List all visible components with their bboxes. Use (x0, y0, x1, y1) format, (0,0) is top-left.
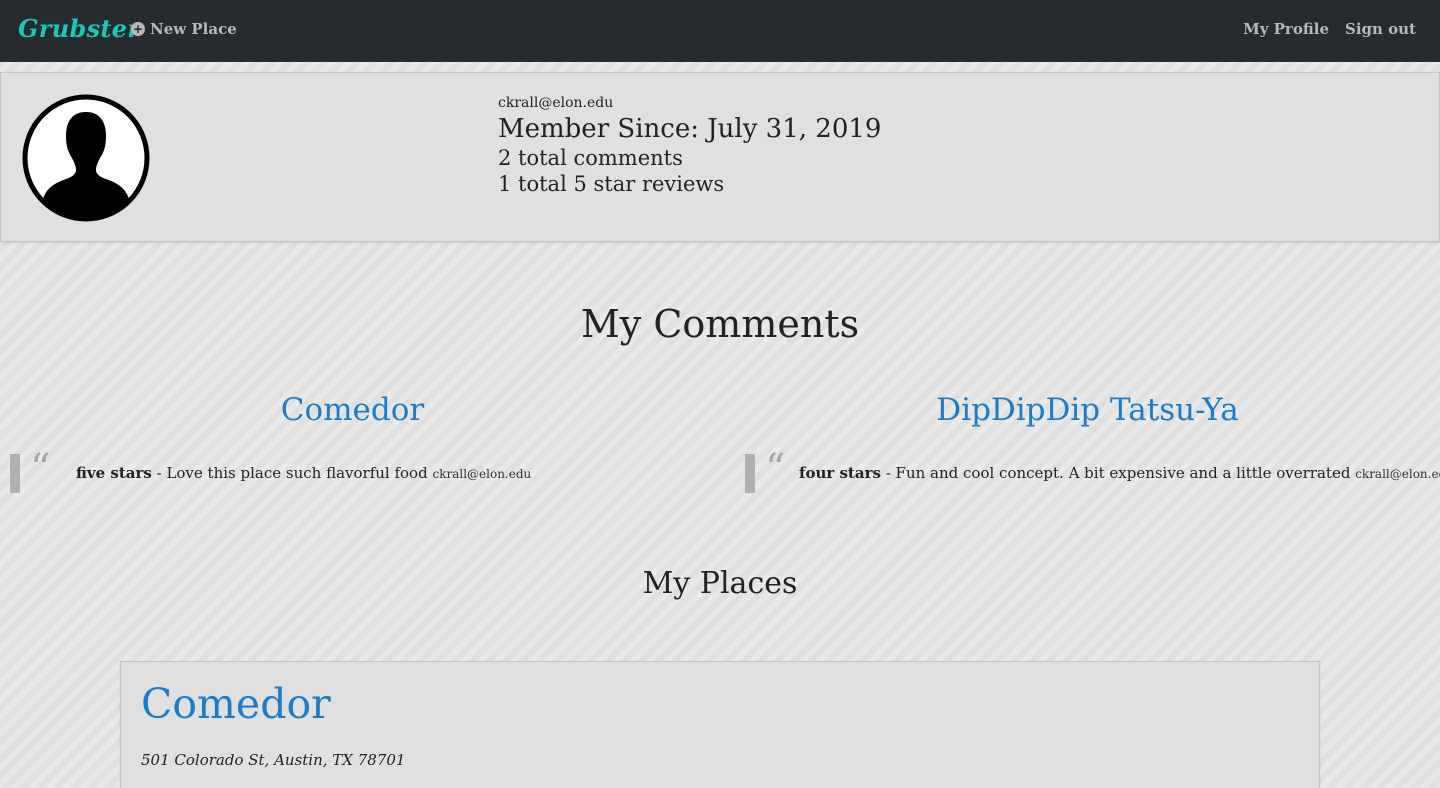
comment-item: Comedor “ five stars - Love this place s… (0, 392, 705, 494)
new-place-link[interactable]: + New Place (131, 20, 237, 38)
quote-icon: “ (765, 446, 786, 492)
comment-separator: - (880, 464, 896, 482)
brand-logo[interactable]: Grubster (18, 14, 140, 43)
comment-body: Love this place such flavorful food (166, 464, 428, 482)
comment-item: DipDipDip Tatsu-Ya “ four stars - Fun an… (735, 392, 1440, 494)
member-since: Member Since: July 31, 2019 (498, 114, 882, 144)
avatar (22, 94, 150, 222)
place-name-link[interactable]: Comedor (141, 680, 331, 728)
comment-rating: four stars (799, 464, 881, 482)
top-navbar: Grubster + New Place My Profile Sign out (0, 0, 1440, 62)
place-address: 501 Colorado St, Austin, TX 78701 (141, 751, 406, 769)
quote-icon: “ (30, 446, 51, 492)
comment-rating: five stars (76, 464, 152, 482)
profile-email: ckrall@elon.edu (498, 95, 614, 111)
my-comments-heading: My Comments (580, 302, 860, 346)
comment-text: four stars - Fun and cool concept. A bit… (799, 464, 1440, 482)
quote-bar (10, 454, 20, 493)
comment-place-link[interactable]: DipDipDip Tatsu-Ya (735, 392, 1440, 428)
profile-card: ckrall@elon.edu Member Since: July 31, 2… (0, 72, 1440, 242)
comment-blockquote: “ five stars - Love this place such flav… (0, 446, 705, 494)
quote-bar (745, 454, 755, 493)
comment-body: Fun and cool concept. A bit expensive an… (895, 464, 1351, 482)
comment-author: ckrall@elon.edu (1355, 467, 1440, 481)
five-star-reviews: 1 total 5 star reviews (498, 172, 725, 196)
comment-author: ckrall@elon.edu (432, 467, 532, 481)
total-comments: 2 total comments (498, 146, 683, 170)
new-place-label: New Place (150, 20, 237, 38)
comment-text: five stars - Love this place such flavor… (76, 464, 531, 482)
comment-place-link[interactable]: Comedor (0, 392, 705, 428)
nav-right-links: My Profile Sign out (1243, 20, 1416, 38)
sign-out-link[interactable]: Sign out (1345, 20, 1416, 38)
comment-separator: - (151, 464, 167, 482)
comment-blockquote: “ four stars - Fun and cool concept. A b… (735, 446, 1440, 494)
plus-circle-icon: + (131, 22, 145, 36)
profile-info: ckrall@elon.edu Member Since: July 31, 2… (498, 95, 881, 197)
place-card: Comedor 501 Colorado St, Austin, TX 7870… (120, 661, 1320, 788)
my-profile-link[interactable]: My Profile (1243, 20, 1329, 38)
my-places-heading: My Places (642, 566, 798, 601)
